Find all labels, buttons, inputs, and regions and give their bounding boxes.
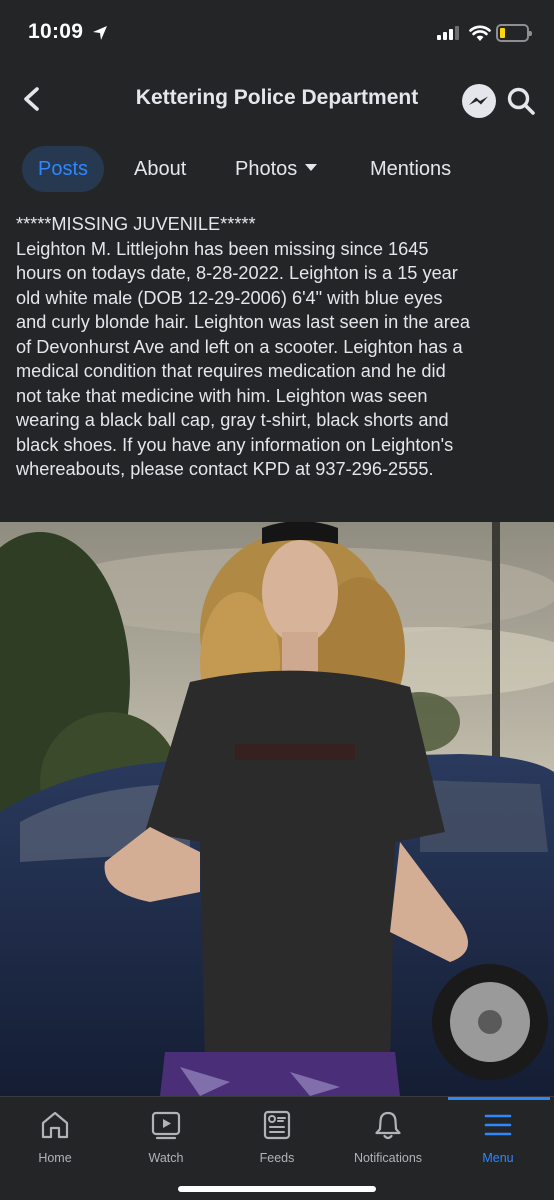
tab-mentions[interactable]: Mentions xyxy=(354,146,467,192)
home-indicator[interactable] xyxy=(178,1186,376,1192)
tab-about[interactable]: About xyxy=(118,146,202,192)
post-text: *****MISSING JUVENILE***** Leighton M. L… xyxy=(16,212,542,482)
post-line: black shoes. If you have any information… xyxy=(16,434,454,455)
nav-notifications[interactable]: Notifications xyxy=(338,1097,438,1187)
location-arrow-icon xyxy=(93,26,107,40)
post-line: hours on todays date, 8-28-2022. Leighto… xyxy=(16,263,458,283)
post-line: not take that medicine with him. Leighto… xyxy=(16,385,428,406)
post-line: of Devonhurst Ave and left on a scooter.… xyxy=(16,336,463,357)
post-line: and curly blonde hair. Leighton was last… xyxy=(16,312,470,332)
post-line: wearing a black ball cap, gray t-shirt, … xyxy=(16,410,449,430)
watch-icon xyxy=(151,1111,181,1140)
nav-header: Kettering Police Department xyxy=(0,66,554,132)
bottom-nav: Home Watch Feeds Notifications Menu xyxy=(0,1096,554,1200)
feeds-icon xyxy=(263,1110,291,1140)
battery-icon xyxy=(496,24,532,42)
post-line: *****MISSING JUVENILE***** xyxy=(16,214,256,234)
wifi-icon xyxy=(469,25,491,41)
nav-feeds[interactable]: Feeds xyxy=(227,1097,327,1187)
tab-photos[interactable]: Photos xyxy=(219,146,333,192)
bell-icon xyxy=(375,1111,401,1140)
post-line: whereabouts, please contact KPD at 937-2… xyxy=(16,459,434,479)
post-line: Leighton M. Littlejohn has been missing … xyxy=(16,238,429,259)
messenger-icon[interactable] xyxy=(462,84,496,118)
tab-posts[interactable]: Posts xyxy=(22,146,105,192)
post-photo[interactable] xyxy=(0,522,554,1096)
cellular-signal-icon xyxy=(437,26,459,40)
nav-watch[interactable]: Watch xyxy=(116,1097,216,1187)
status-time: 10:09 xyxy=(28,20,84,43)
nav-menu[interactable]: Menu xyxy=(448,1097,548,1187)
search-icon[interactable] xyxy=(506,86,536,116)
post-line: medical condition that requires medicati… xyxy=(16,361,446,381)
home-icon xyxy=(41,1111,69,1139)
nav-home[interactable]: Home xyxy=(5,1097,105,1187)
post-line: old white male (DOB 12-29-2006) 6'4" wit… xyxy=(16,287,443,308)
menu-icon xyxy=(484,1114,512,1136)
status-bar: 10:09 xyxy=(0,0,554,66)
caret-down-icon xyxy=(305,164,318,172)
page-tabs: Posts About Photos Mentions xyxy=(0,140,554,200)
